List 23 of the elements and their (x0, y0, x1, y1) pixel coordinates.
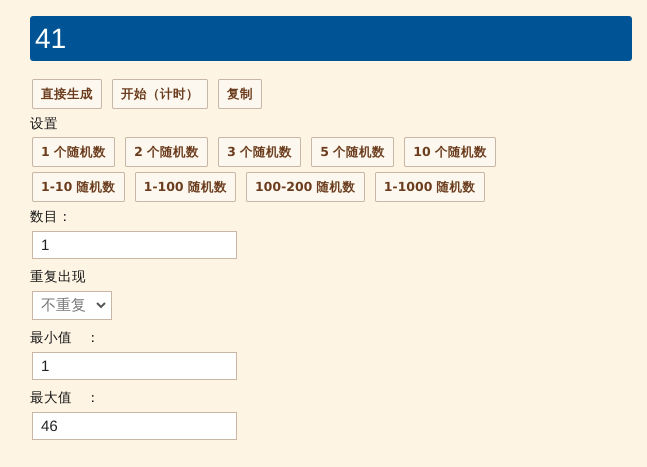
preset-button[interactable]: 1-100 随机数 (134, 172, 236, 202)
input-field[interactable]: 1 (32, 352, 237, 380)
field-label: 最小值 ： (30, 329, 101, 347)
preset-button[interactable]: 1 个随机数 (32, 137, 116, 167)
field-label: 最大值 ： (30, 389, 101, 407)
preset-button[interactable]: 100-200 随机数 (246, 172, 365, 202)
input-field[interactable]: 46 (32, 412, 237, 440)
preset-button[interactable]: 2 个随机数 (125, 137, 208, 167)
action-button[interactable]: 直接生成 (32, 79, 102, 109)
repeat-select[interactable]: 不重复 (32, 291, 112, 320)
field-label: 数目： (30, 208, 73, 226)
field-label: 重复出现 (30, 268, 87, 286)
preset-button[interactable]: 10 个随机数 (404, 137, 496, 167)
chevron-down-icon (96, 302, 106, 309)
result-display: 41 (30, 16, 632, 61)
preset-button[interactable]: 1-10 随机数 (32, 172, 125, 202)
preset-button[interactable]: 1-1000 随机数 (374, 172, 485, 202)
preset-button[interactable]: 5 个随机数 (311, 137, 394, 167)
preset-button[interactable]: 3 个随机数 (218, 137, 302, 167)
action-button[interactable]: 复制 (218, 79, 262, 109)
section-title: 设置 (30, 115, 59, 133)
input-field[interactable]: 1 (32, 231, 237, 259)
action-button[interactable]: 开始（计时） (112, 79, 208, 109)
